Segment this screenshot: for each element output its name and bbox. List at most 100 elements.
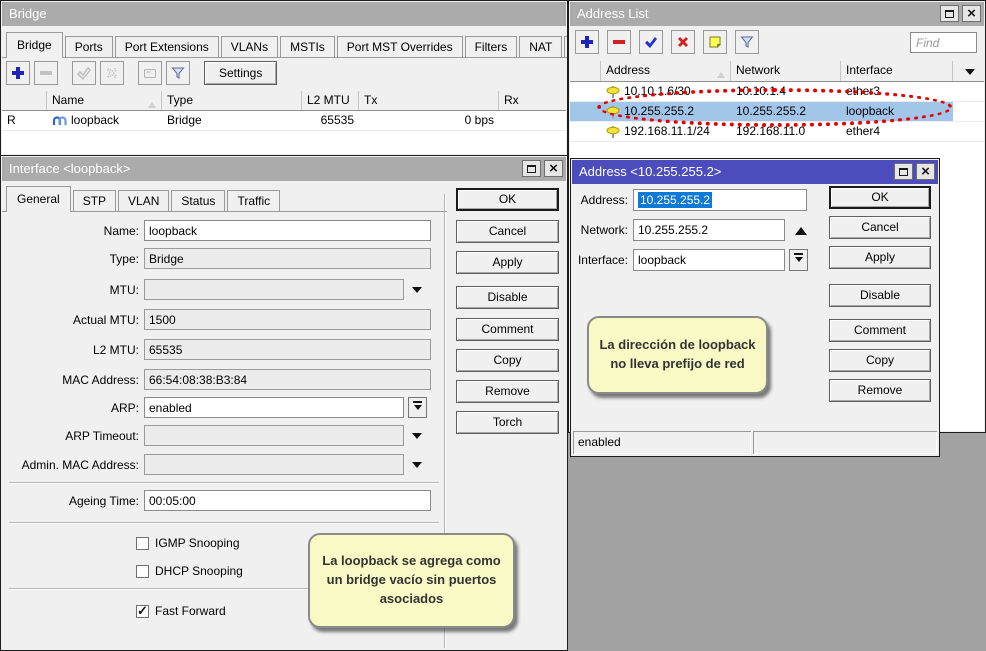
expand-down-icon[interactable] — [412, 287, 422, 298]
column-header-name[interactable]: Name — [47, 91, 162, 110]
comment-address-button[interactable] — [703, 30, 727, 54]
row-flags — [570, 82, 601, 101]
interface-select[interactable]: loopback — [633, 249, 785, 271]
column-select-button[interactable] — [958, 63, 982, 79]
expand-down-icon[interactable] — [412, 462, 422, 473]
filter-button[interactable] — [166, 61, 190, 85]
address-row-ether3[interactable]: 10.10.1.6/30 10.10.1.4 ether3 — [570, 82, 984, 102]
cancel-button[interactable]: Cancel — [829, 216, 931, 239]
ok-button[interactable]: OK — [829, 186, 931, 209]
tab-mstis[interactable]: MSTIs — [280, 36, 335, 58]
admin-mac-input[interactable] — [144, 454, 404, 475]
type-field-row: Type: Bridge — [1, 248, 431, 269]
address-dialog-title: Address <10.255.255.2> — [579, 164, 721, 179]
column-header-flags[interactable] — [2, 91, 47, 110]
copy-button[interactable]: Copy — [456, 349, 559, 372]
row-tx: 0 bps — [359, 111, 499, 130]
row-address: 10.10.1.6/30 — [601, 82, 731, 101]
filter-button[interactable] — [735, 30, 759, 54]
interface-dropdown-button[interactable] — [789, 249, 808, 271]
column-header-interface[interactable]: Interface — [841, 61, 953, 81]
arp-dropdown-button[interactable] — [408, 397, 427, 418]
cross-icon — [104, 65, 120, 81]
filter-funnel-icon — [170, 65, 186, 81]
find-input[interactable] — [910, 32, 977, 53]
dhcp-snooping-label: DHCP Snooping — [155, 564, 243, 578]
maximize-button[interactable] — [894, 163, 913, 180]
disable-button[interactable]: Disable — [456, 286, 559, 309]
column-header-tx[interactable]: Tx — [359, 91, 499, 110]
close-button[interactable] — [916, 163, 935, 180]
remove-button[interactable]: Remove — [829, 379, 931, 402]
fast-forward-checkbox[interactable] — [136, 605, 149, 618]
tab-filters[interactable]: Filters — [465, 36, 518, 58]
tab-bridge[interactable]: Bridge — [6, 32, 63, 58]
bridge-row-loopback[interactable]: R loopback Bridge 65535 0 bps — [2, 111, 566, 131]
status-bar: enabled — [573, 431, 937, 454]
remove-button[interactable]: Remove — [456, 380, 559, 403]
address-list-titlebar[interactable]: Address List — [570, 2, 984, 26]
tab-status[interactable]: Status — [171, 190, 225, 212]
apply-button[interactable]: Apply — [829, 246, 931, 269]
add-address-button[interactable] — [575, 30, 599, 54]
expand-down-icon[interactable] — [412, 433, 422, 444]
ageing-time-input[interactable]: 00:05:00 — [144, 490, 431, 511]
cancel-button[interactable]: Cancel — [456, 220, 559, 243]
tab-vlan[interactable]: VLAN — [118, 190, 169, 212]
tab-port-extensions[interactable]: Port Extensions — [115, 36, 219, 58]
mtu-input[interactable] — [144, 279, 404, 300]
close-button[interactable] — [962, 5, 981, 22]
torch-button[interactable]: Torch — [456, 411, 559, 434]
add-button[interactable] — [6, 61, 30, 85]
maximize-button[interactable] — [940, 5, 959, 22]
maximize-button[interactable] — [522, 160, 541, 177]
collapse-up-icon[interactable] — [795, 221, 807, 235]
dropdown-arrow-icon — [414, 405, 422, 414]
bridge-interface-icon — [52, 114, 67, 127]
admin-mac-field-row: Admin. MAC Address: — [1, 454, 422, 475]
network-input[interactable]: 10.255.255.2 — [633, 219, 785, 241]
minus-icon — [38, 65, 54, 81]
address-row-loopback-selected[interactable]: 10.255.255.2 10.255.255.2 loopback — [570, 102, 984, 122]
note-icon — [707, 34, 723, 50]
column-header-rx[interactable]: Rx — [499, 91, 566, 110]
tab-traffic[interactable]: Traffic — [227, 190, 280, 212]
copy-button[interactable]: Copy — [829, 349, 931, 372]
ageing-time-label: Ageing Time: — [1, 494, 144, 508]
window-controls — [940, 5, 981, 22]
tab-general[interactable]: General — [6, 186, 71, 212]
ok-button[interactable]: OK — [456, 188, 559, 211]
dhcp-snooping-checkbox[interactable] — [136, 565, 149, 578]
bridge-titlebar[interactable]: Bridge — [2, 2, 566, 26]
tab-ports[interactable]: Ports — [65, 36, 113, 58]
column-header-address[interactable]: Address — [601, 61, 731, 81]
apply-button[interactable]: Apply — [456, 251, 559, 274]
arp-select[interactable]: enabled — [144, 397, 404, 418]
column-header-type[interactable]: Type — [162, 91, 302, 110]
tab-vlans[interactable]: VLANs — [221, 36, 278, 58]
address-row-ether4[interactable]: 192.168.11.1/24 192.168.11.0 ether4 — [570, 122, 984, 142]
address-table-header: Address Network Interface — [570, 61, 984, 82]
address-input[interactable]: 10.255.255.2 — [633, 189, 807, 211]
interface-titlebar[interactable]: Interface <loopback> — [2, 157, 566, 181]
tab-port-mst-overrides[interactable]: Port MST Overrides — [337, 36, 463, 58]
l2-mtu-field-row: L2 MTU: 65535 — [1, 339, 431, 360]
disable-button[interactable]: Disable — [829, 284, 931, 307]
tab-stp[interactable]: STP — [73, 190, 116, 212]
disable-address-button[interactable] — [671, 30, 695, 54]
settings-button[interactable]: Settings — [204, 61, 277, 85]
comment-button[interactable]: Comment — [829, 319, 931, 342]
column-header-network[interactable]: Network — [731, 61, 841, 81]
column-header-l2mtu[interactable]: L2 MTU — [302, 91, 359, 110]
remove-address-button[interactable] — [607, 30, 631, 54]
name-input[interactable]: loopback — [144, 220, 431, 241]
address-dialog-titlebar[interactable]: Address <10.255.255.2> — [572, 160, 938, 184]
close-button[interactable] — [544, 160, 563, 177]
igmp-snooping-checkbox[interactable] — [136, 537, 149, 550]
arp-timeout-input[interactable] — [144, 425, 404, 446]
comment-button[interactable]: Comment — [456, 318, 559, 341]
enable-address-button[interactable] — [639, 30, 663, 54]
check-icon — [76, 65, 92, 81]
column-header-flags[interactable] — [570, 61, 601, 81]
tab-nat[interactable]: NAT — [519, 36, 562, 58]
